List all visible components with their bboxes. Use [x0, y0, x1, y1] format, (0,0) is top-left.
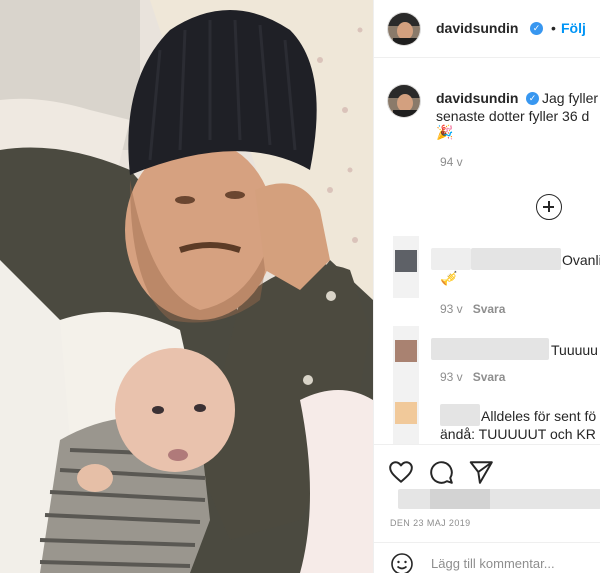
- comment-time[interactable]: 93 v: [440, 302, 463, 316]
- reply-button[interactable]: Svara: [473, 370, 506, 384]
- caption-username[interactable]: davidsundin: [436, 90, 518, 106]
- comment-meta: 93 v Svara: [440, 302, 505, 316]
- redacted-likes: [398, 489, 600, 509]
- load-more-comments-icon[interactable]: [536, 194, 562, 220]
- photo-illustration: [0, 0, 373, 573]
- caption-text-start: Jag fyller: [542, 90, 599, 106]
- emoji-smile-icon[interactable]: [390, 552, 414, 573]
- post-actions: DEN 23 MAJ 2019 Lägg till kommentar...: [374, 444, 600, 573]
- author-avatar[interactable]: [387, 12, 421, 46]
- separator-dot: •: [551, 20, 556, 36]
- post-header: davidsundin ✓ • Följ: [374, 0, 600, 58]
- comment-time[interactable]: 93 v: [440, 370, 463, 384]
- verified-badge-icon: ✓: [526, 92, 539, 105]
- trumpet-emoji: 🎺: [440, 270, 458, 286]
- post-caption: davidsundin ✓ Jag fyller senaste dotter …: [374, 58, 600, 178]
- comment-item: Ovanli 🎺 93 v Svara: [374, 236, 600, 316]
- redacted-likes: [430, 489, 490, 509]
- reply-button[interactable]: Svara: [473, 302, 506, 316]
- redacted-username: [471, 248, 561, 270]
- heart-icon[interactable]: [388, 459, 414, 485]
- party-popper-emoji: 🎉: [436, 124, 454, 140]
- avatar-image: [388, 13, 420, 45]
- add-comment-input[interactable]: Lägg till kommentar...: [431, 556, 555, 571]
- comment-avatar[interactable]: [393, 326, 419, 388]
- post-photo[interactable]: [0, 0, 373, 573]
- comment-avatar[interactable]: [393, 388, 419, 450]
- redacted-username: [431, 248, 471, 270]
- comment-text: Tuuuuu: [551, 342, 598, 358]
- comment-meta: 93 v Svara: [440, 370, 505, 384]
- post-date[interactable]: DEN 23 MAJ 2019: [390, 518, 471, 528]
- follow-button[interactable]: Följ: [561, 20, 586, 36]
- verified-badge-icon: ✓: [530, 22, 543, 35]
- post-side-panel: davidsundin ✓ • Följ davidsundin ✓ Jag f…: [373, 0, 600, 573]
- caption-author-avatar[interactable]: [387, 84, 421, 118]
- comment-text: Alldeles för sent fö: [481, 408, 597, 424]
- comment-bubble-icon[interactable]: [428, 459, 454, 485]
- comment-text: Ovanli: [562, 252, 600, 268]
- comment-text-line2: ändå: TUUUUUT och KR: [440, 426, 596, 442]
- paper-plane-icon[interactable]: [468, 459, 494, 485]
- caption-text-line2: senaste dotter fyller 36 d: [436, 108, 590, 124]
- redacted-username: [431, 338, 549, 360]
- author-username[interactable]: davidsundin: [436, 20, 518, 36]
- add-comment-bar: Lägg till kommentar...: [374, 542, 600, 573]
- redacted-username: [440, 404, 480, 426]
- comment-avatar[interactable]: [393, 236, 419, 298]
- avatar-image: [388, 85, 420, 117]
- caption-timestamp[interactable]: 94 v: [440, 155, 463, 169]
